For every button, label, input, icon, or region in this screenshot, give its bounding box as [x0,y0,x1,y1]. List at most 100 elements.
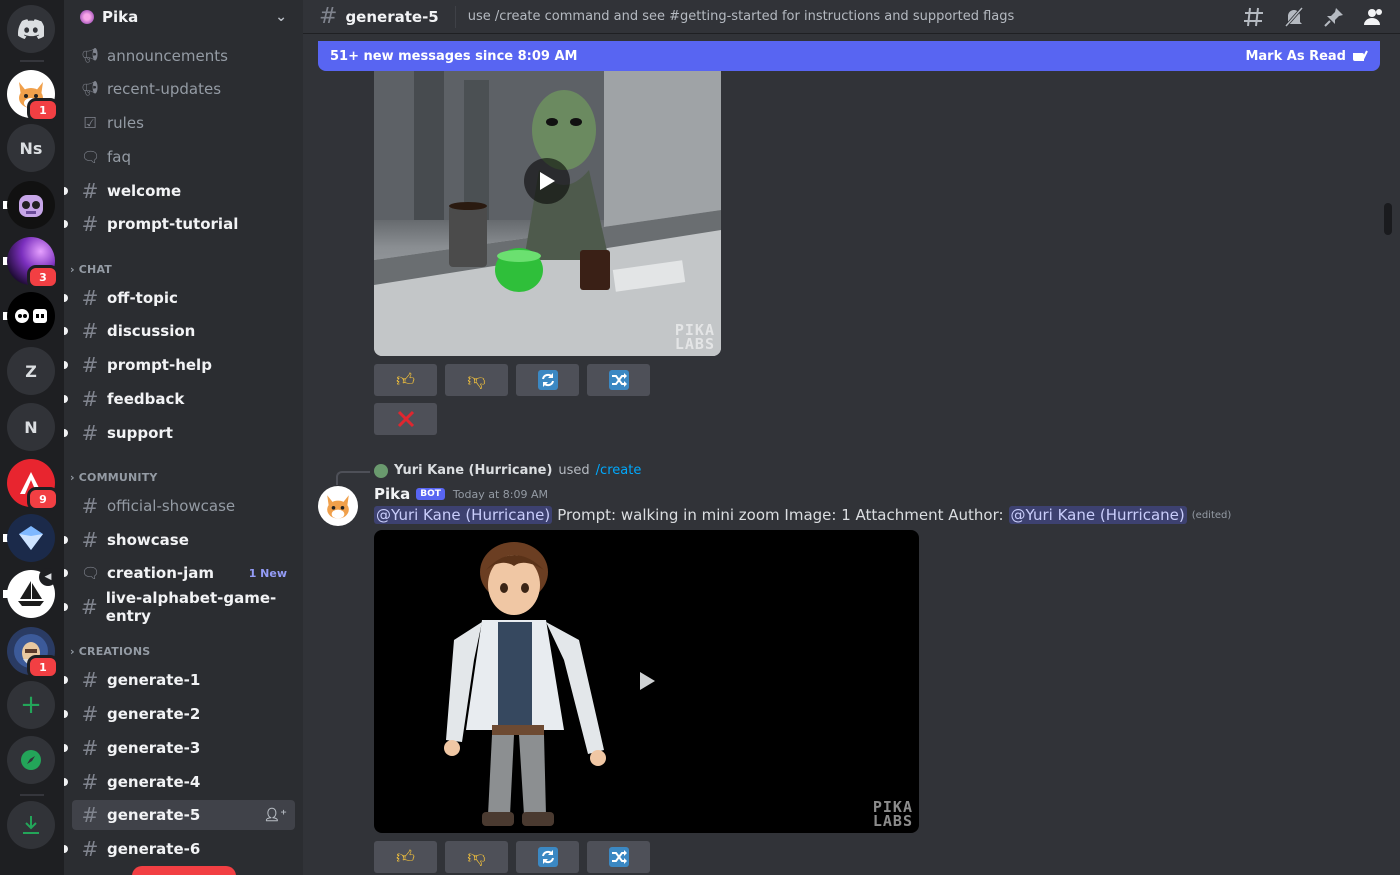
channel-faq[interactable]: 🗨︎ faq [72,142,295,172]
server-eyes[interactable] [3,292,55,340]
server-ns[interactable]: Ns [7,124,55,172]
delete-button[interactable] [374,403,437,435]
rail-divider [20,794,44,796]
channel-prompt-help[interactable]: # prompt-help [64,350,295,380]
channel-discussion[interactable]: # discussion [64,316,295,346]
new-messages-text: 51+ new messages since 8:09 AM [330,48,578,64]
home-button[interactable] [7,5,55,53]
channel-topic[interactable]: use /create command and see #getting-sta… [468,9,1015,24]
server-wizard[interactable]: 1 [7,627,59,679]
channel-welcome[interactable]: # welcome [64,176,295,206]
server-robot[interactable] [3,181,55,229]
server-sailboat[interactable]: ◀ [3,568,57,618]
reply-context[interactable]: Yuri Kane (Hurricane) used /create [336,463,642,485]
channel-official-showcase[interactable]: # official-showcase [72,491,295,521]
thumbs-up-button[interactable]: 👍︎ [374,364,437,396]
explore-servers-button[interactable] [7,736,55,784]
shuffle-button[interactable] [587,841,650,873]
unread-badge: 1 [27,655,59,679]
reply-username[interactable]: Yuri Kane (Hurricane) [394,463,552,478]
play-button-icon[interactable] [524,158,570,204]
channel-label: discussion [107,322,196,340]
channel-feedback[interactable]: # feedback [64,384,295,414]
download-apps-button[interactable] [7,801,55,849]
user-mention[interactable]: @Yuri Kane (Hurricane) [374,506,553,524]
author-avatar[interactable] [318,486,358,526]
unread-badge: 9 [27,487,59,511]
reply-used-text: used [558,463,590,478]
category-community[interactable]: › COMMUNITY [70,471,158,484]
server-n[interactable]: N [7,403,55,451]
channel-generate-1[interactable]: # generate-1 [64,665,295,695]
unread-badge: 1 [27,98,59,122]
invite-member-icon[interactable]: 👤︎⁺ [264,808,287,823]
category-chat[interactable]: › CHAT [70,263,112,276]
server-gem[interactable] [3,514,55,562]
unread-dot [64,536,68,544]
channel-live-alphabet-game-entry[interactable]: # live-alphabet-game-entry [64,589,295,625]
video-attachment-character[interactable]: PIKA LABS [374,530,919,833]
channel-label: live-alphabet-game-entry [105,589,277,625]
channel-title: generate-5 [345,7,439,26]
message-2-action-row: 👍︎ 👎︎ [374,841,650,873]
server-gradient[interactable]: 3 [3,237,59,289]
category-label: CREATIONS [78,645,151,658]
channel-generate-5[interactable]: # generate-5 👤︎⁺ [72,800,295,830]
edited-label: (edited) [1191,509,1232,521]
thumbs-up-button[interactable]: 👍︎ [374,841,437,873]
topbar-icons [1242,5,1386,29]
hash-icon: # [81,528,99,552]
channel-support[interactable]: # support [64,418,295,448]
channel-generate-6[interactable]: # generate-6 [64,834,295,864]
mute-bell-icon[interactable] [1282,5,1306,29]
thumbs-down-button[interactable]: 👎︎ [445,364,508,396]
channel-announcements[interactable]: 📢︎ announcements [72,41,295,71]
mark-as-read-label: Mark As Read [1245,48,1346,64]
channel-generate-2[interactable]: # generate-2 [64,699,295,729]
channel-generate-4[interactable]: # generate-4 [64,767,295,797]
pin-icon[interactable] [1322,5,1346,29]
message-1-action-row-2 [374,403,437,435]
unread-dot [64,676,68,684]
user-mention[interactable]: @Yuri Kane (Hurricane) [1008,506,1187,524]
video-attachment-alien[interactable]: PIKA LABS [374,70,721,356]
author-name[interactable]: Pika [374,485,410,503]
channel-off-topic[interactable]: # off-topic [64,283,295,313]
add-server-button[interactable]: + [7,681,55,729]
chat-scrollbar-thumb[interactable] [1384,203,1392,235]
plus-icon: + [20,690,42,720]
shuffle-button[interactable] [587,364,650,396]
reply-command[interactable]: /create [596,463,642,478]
channel-showcase[interactable]: # showcase [64,525,295,555]
unread-mentions-pill[interactable] [132,866,236,875]
message-timestamp[interactable]: Today at 8:09 AM [453,488,548,501]
server-red-a[interactable]: 9 [7,459,59,511]
new-messages-bar[interactable]: 51+ new messages since 8:09 AM Mark As R… [318,41,1380,71]
channel-label: generate-4 [107,773,201,791]
channel-generate-3[interactable]: # generate-3 [64,733,295,763]
server-pika[interactable]: 1 [7,70,59,122]
server-z[interactable]: Z [7,347,55,395]
mark-as-read-button[interactable]: Mark As Read [1245,49,1368,64]
member-list-icon[interactable] [1362,5,1386,29]
channel-prompt-tutorial[interactable]: # prompt-tutorial [64,209,295,239]
guild-header[interactable]: Pika ⌄ [64,0,303,34]
channel-rules[interactable]: ☑ rules [72,108,295,138]
channel-recent-updates[interactable]: 📢︎ recent-updates [72,74,295,104]
fox-avatar-icon [327,495,349,519]
channel-creation-jam[interactable]: 🗨︎ creation-jam 1 New [64,558,295,588]
guild-logo-icon [80,10,94,24]
thumbs-down-icon: 👎︎ [467,847,486,868]
chevron-down-icon[interactable]: ⌄ [275,9,287,25]
unread-dot [64,327,68,335]
threads-icon[interactable] [1242,5,1266,29]
channel-label: support [107,424,173,442]
regenerate-button[interactable] [516,841,579,873]
thumbs-down-button[interactable]: 👎︎ [445,841,508,873]
regenerate-button[interactable] [516,364,579,396]
speaker-icon: ◀ [39,568,57,586]
category-creations[interactable]: › CREATIONS [70,645,150,658]
message-text: Prompt: walking in mini zoom Image: 1 At… [557,506,1004,524]
unread-dot [64,220,68,228]
play-button-icon[interactable] [624,658,670,704]
